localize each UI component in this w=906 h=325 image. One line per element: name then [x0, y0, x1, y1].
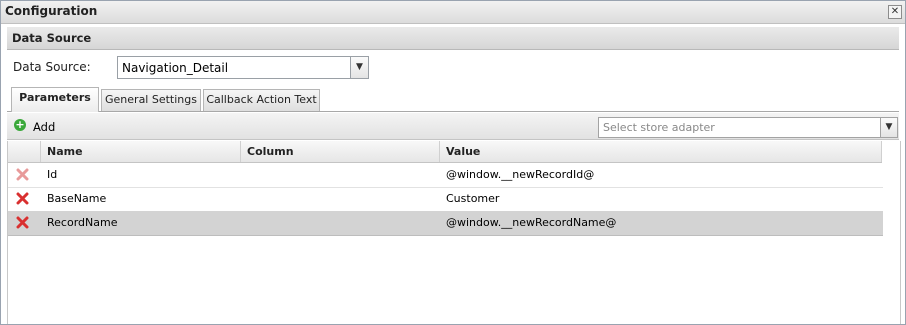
row-name: BaseName: [47, 192, 107, 205]
datasource-combo[interactable]: Navigation_Detail ▼: [117, 56, 369, 79]
tab-strip: Parameters General Settings Callback Act…: [7, 87, 899, 112]
datasource-value: Navigation_Detail: [122, 61, 229, 75]
delete-icon[interactable]: [16, 192, 29, 205]
row-value: @window.__newRecordId@: [446, 168, 595, 181]
header-column[interactable]: Column: [241, 141, 440, 162]
row-name: RecordName: [47, 216, 118, 229]
delete-icon[interactable]: [16, 216, 29, 229]
table-row[interactable]: Id @window.__newRecordId@: [8, 163, 883, 188]
close-icon[interactable]: ✕: [888, 5, 902, 19]
section-header: Data Source: [7, 27, 899, 50]
tab-callback-action-text[interactable]: Callback Action Text: [203, 89, 320, 111]
grid-header: Name Column Value: [8, 141, 882, 163]
datasource-label: Data Source:: [13, 60, 91, 74]
row-value: Customer: [446, 192, 500, 205]
header-action-col: [8, 141, 41, 162]
grid-scroll-area[interactable]: [883, 141, 900, 324]
header-name[interactable]: Name: [41, 141, 241, 162]
section-title: Data Source: [12, 31, 92, 45]
header-value[interactable]: Value: [440, 141, 882, 162]
window-title: Configuration: [5, 4, 98, 18]
chevron-down-icon[interactable]: ▼: [880, 118, 897, 137]
store-adapter-placeholder: Select store adapter: [603, 121, 715, 134]
chevron-down-icon[interactable]: ▼: [350, 57, 368, 78]
store-adapter-select[interactable]: Select store adapter ▼: [598, 117, 898, 138]
table-row[interactable]: BaseName Customer: [8, 187, 883, 212]
delete-icon[interactable]: [16, 168, 29, 181]
title-bar: Configuration ✕: [1, 1, 905, 24]
add-label: Add: [33, 120, 56, 134]
row-name: Id: [47, 168, 58, 181]
tab-general-settings[interactable]: General Settings: [101, 89, 201, 111]
row-value: @window.__newRecordName@: [446, 216, 617, 229]
parameters-grid: Name Column Value Id @window.__newRecord…: [7, 141, 901, 324]
configuration-window: Configuration ✕ Data Source Data Source:…: [0, 0, 906, 325]
table-row-selected[interactable]: RecordName @window.__newRecordName@: [8, 211, 883, 236]
tab-parameters[interactable]: Parameters: [11, 87, 99, 112]
add-circle-icon: +: [14, 118, 26, 131]
